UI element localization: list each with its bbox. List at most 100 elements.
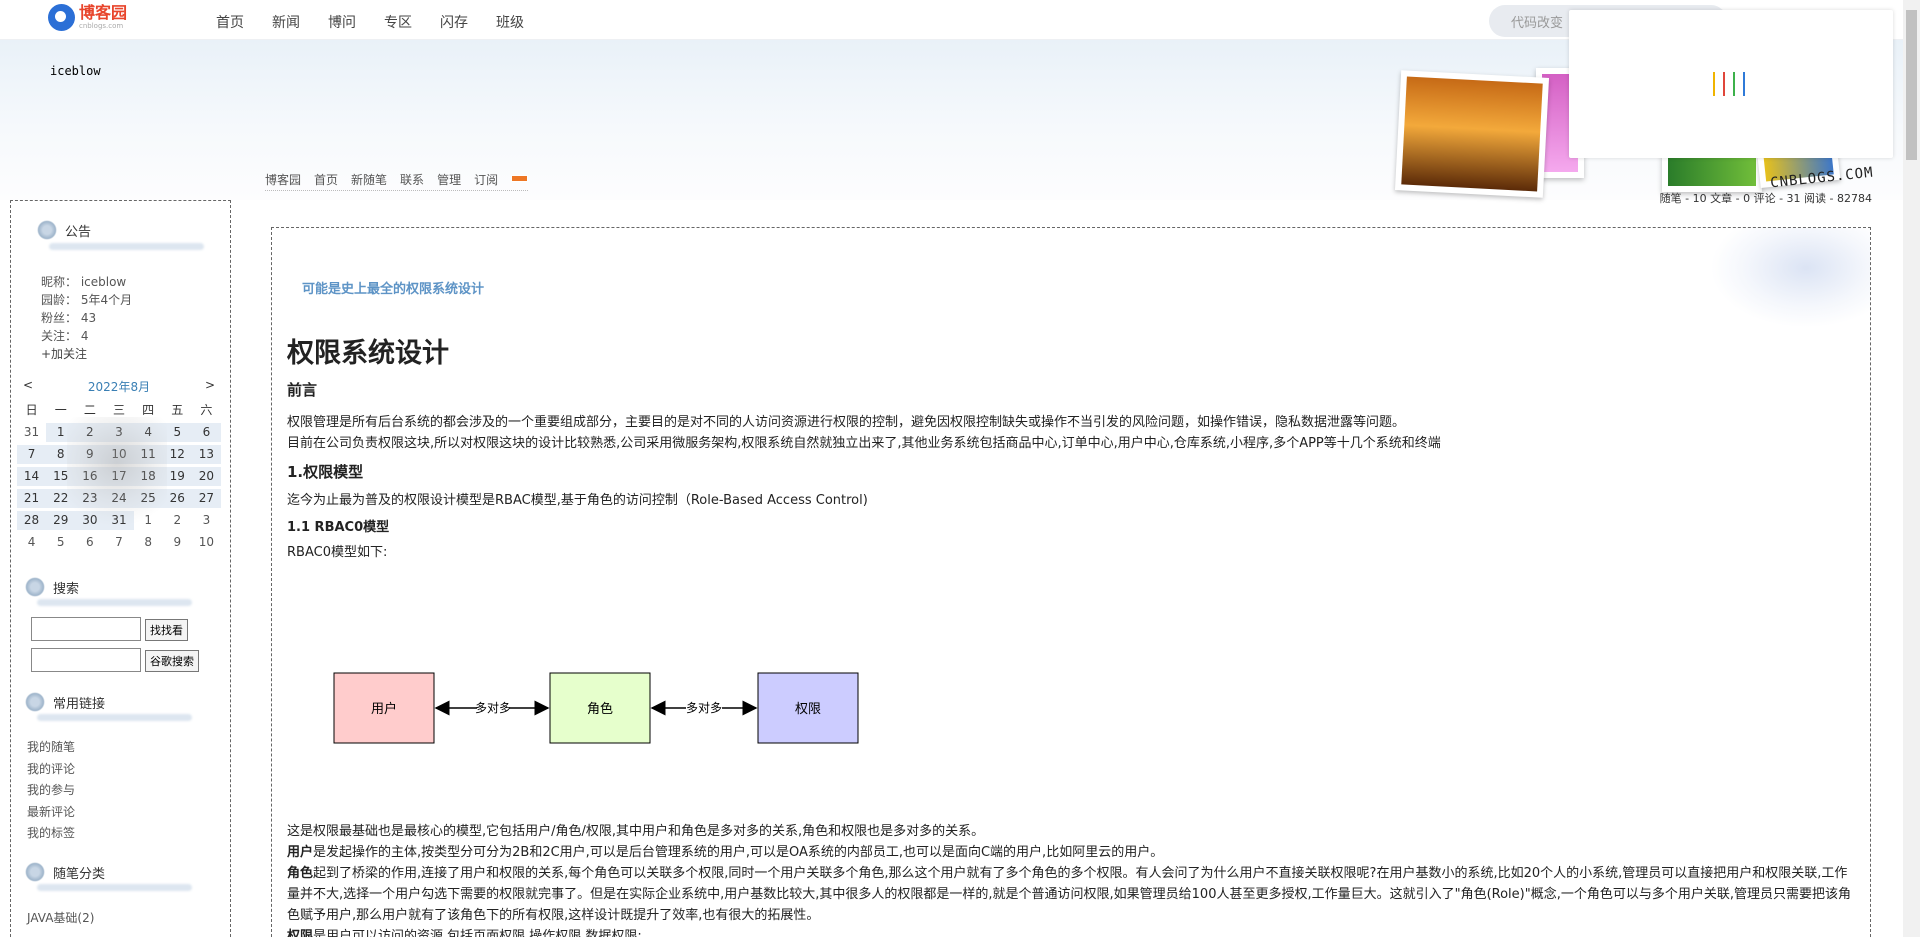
calendar-day[interactable]: 25 [133, 489, 163, 508]
calendar-day[interactable]: 5 [46, 533, 75, 552]
calendar-weekday: 二 [83, 403, 96, 417]
link-my-participation[interactable]: 我的参与 [27, 780, 75, 802]
calendar-day[interactable]: 10 [192, 533, 221, 552]
subnav-manage[interactable]: 管理 [437, 171, 461, 188]
calendar-day[interactable]: 3 [192, 511, 221, 530]
flower-icon [21, 688, 49, 716]
calendar-day[interactable]: 9 [163, 533, 192, 552]
profile-info: 昵称： iceblow 园龄： 5年4个月 粉丝： 43 关注： 4 +加关注 [41, 273, 132, 363]
cnblogs-logo[interactable]: 博客园 cnblogs.com [48, 4, 127, 31]
paragraph-text: 起到了桥梁的作用,连接了用户和权限的关系,每个角色可以关联多个权限,同时一个用户… [287, 866, 1851, 923]
link-my-tags[interactable]: 我的标签 [27, 823, 75, 845]
google-search: 谷歌搜索 [31, 648, 199, 672]
heading-underline [49, 243, 204, 250]
nav-questions[interactable]: 博问 [328, 12, 356, 32]
calendar-day[interactable]: 22 [46, 489, 76, 508]
calendar-day[interactable]: 3 [104, 423, 134, 442]
calendar-day[interactable]: 19 [162, 467, 192, 486]
subnav-home[interactable]: 首页 [314, 171, 338, 188]
calendar-day[interactable]: 7 [17, 445, 47, 464]
petal-decoration [1710, 228, 1870, 328]
category-heading: 随笔分类 [21, 858, 105, 886]
calendar-day[interactable]: 18 [133, 467, 163, 486]
user-role-relation: 多对多 [475, 701, 511, 715]
category-java[interactable]: JAVA基础(2) [27, 908, 94, 930]
calendar-day[interactable]: 6 [75, 533, 104, 552]
post-container: 可能是史上最全的权限系统设计 权限系统设计 前言 权限管理是所有后台系统的都会涉… [271, 227, 1871, 937]
post-title-link[interactable]: 可能是史上最全的权限系统设计 [302, 278, 484, 297]
paragraph: 目前在公司负责权限这块,所以对权限这块的设计比较熟悉,公司采用微服务架构,权限系… [287, 436, 1441, 451]
nav-home[interactable]: 首页 [216, 12, 244, 32]
google-search-input[interactable] [31, 648, 141, 672]
calendar-prev-button[interactable]: < [23, 378, 33, 395]
link-my-posts[interactable]: 我的随笔 [27, 737, 75, 759]
calendar-day[interactable]: 12 [162, 445, 192, 464]
nav-zone[interactable]: 专区 [384, 12, 412, 32]
blog-title[interactable]: iceblow [50, 64, 101, 78]
search-button[interactable]: 找找看 [145, 618, 188, 641]
calendar-day[interactable]: 31 [17, 423, 46, 442]
paragraph-role: 角色起到了桥梁的作用,连接了用户和权限的关系,每个角色可以关联多个权限,同时一个… [287, 863, 1857, 926]
calendar-day[interactable]: 27 [191, 489, 221, 508]
rss-icon[interactable] [511, 175, 529, 182]
calendar-day[interactable]: 29 [46, 511, 76, 530]
calendar-day[interactable]: 5 [162, 423, 192, 442]
add-follow-link[interactable]: +加关注 [41, 345, 132, 363]
calendar-day[interactable]: 8 [134, 533, 163, 552]
calendar-day[interactable]: 13 [191, 445, 221, 464]
calendar-day[interactable]: 11 [133, 445, 163, 464]
link-my-comments[interactable]: 我的评论 [27, 759, 75, 781]
paragraph: 这是权限最基础也是最核心的模型,它包括用户/角色/权限,其中用户和角色是多对多的… [287, 824, 985, 839]
calendar-day[interactable]: 17 [104, 467, 134, 486]
calendar-day[interactable]: 4 [133, 423, 163, 442]
heading-underline [37, 599, 192, 606]
nav-news[interactable]: 新闻 [272, 12, 300, 32]
calendar-weekday: 一 [54, 403, 67, 417]
calendar-day[interactable]: 31 [104, 511, 134, 530]
calendar-day[interactable]: 23 [75, 489, 105, 508]
calendar-day[interactable]: 2 [75, 423, 105, 442]
calendar-day[interactable]: 1 [134, 511, 163, 530]
link-latest-comments[interactable]: 最新评论 [27, 802, 75, 824]
heading-underline [37, 714, 192, 721]
calendar-day[interactable]: 30 [75, 511, 105, 530]
profile-fans: 粉丝： 43 [41, 311, 97, 325]
calendar-day[interactable]: 21 [17, 489, 47, 508]
paragraph-user: 用户是发起操作的主体,按类型分可分为2B和2C用户,可以是后台管理系统的用户,可… [287, 842, 1857, 863]
calendar-weekday: 日 [25, 403, 38, 417]
nav-flash[interactable]: 闪存 [440, 12, 468, 32]
calendar-day[interactable]: 6 [191, 423, 221, 442]
calendar-day[interactable]: 16 [75, 467, 105, 486]
subnav-cnblogs[interactable]: 博客园 [265, 171, 301, 188]
calendar-day[interactable]: 20 [191, 467, 221, 486]
nav-class[interactable]: 班级 [496, 12, 524, 32]
page-scrollbar[interactable] [1903, 0, 1920, 937]
calendar-day[interactable]: 4 [17, 533, 46, 552]
calendar-day[interactable]: 7 [104, 533, 133, 552]
calendar-day[interactable]: 26 [162, 489, 192, 508]
bold-term: 角色 [287, 866, 314, 881]
calendar-day[interactable]: 10 [104, 445, 134, 464]
subnav-new-post[interactable]: 新随笔 [351, 171, 387, 188]
subnav-subscribe[interactable]: 订阅 [474, 171, 498, 188]
calendar-day[interactable]: 14 [17, 467, 47, 486]
profile-nickname: 昵称： iceblow [41, 275, 127, 289]
post-body: 权限系统设计 前言 权限管理是所有后台系统的都会涉及的一个重要组成部分，主要目的… [287, 338, 1857, 937]
calendar-day[interactable]: 2 [163, 511, 192, 530]
calendar-day[interactable]: 15 [46, 467, 76, 486]
common-links: 我的随笔 我的评论 我的参与 最新评论 我的标签 [27, 737, 75, 845]
blog-search-input[interactable] [31, 617, 141, 641]
scrollbar-thumb[interactable] [1906, 10, 1917, 160]
logo-text: 博客园 [79, 3, 128, 22]
calendar-day[interactable]: 9 [75, 445, 105, 464]
calendar-day[interactable]: 1 [46, 423, 76, 442]
calendar-day[interactable]: 24 [104, 489, 134, 508]
subnav-contact[interactable]: 联系 [400, 171, 424, 188]
google-search-button[interactable]: 谷歌搜索 [145, 649, 199, 672]
loading-spinner-icon [1713, 72, 1745, 96]
rbac0-diagram: 用户 角色 权限 多对多 多对多 [333, 672, 859, 744]
calendar-day[interactable]: 28 [17, 511, 47, 530]
calendar-next-button[interactable]: > [205, 378, 215, 395]
section-heading: 1.权限模型 [287, 463, 364, 481]
calendar-day[interactable]: 8 [46, 445, 76, 464]
